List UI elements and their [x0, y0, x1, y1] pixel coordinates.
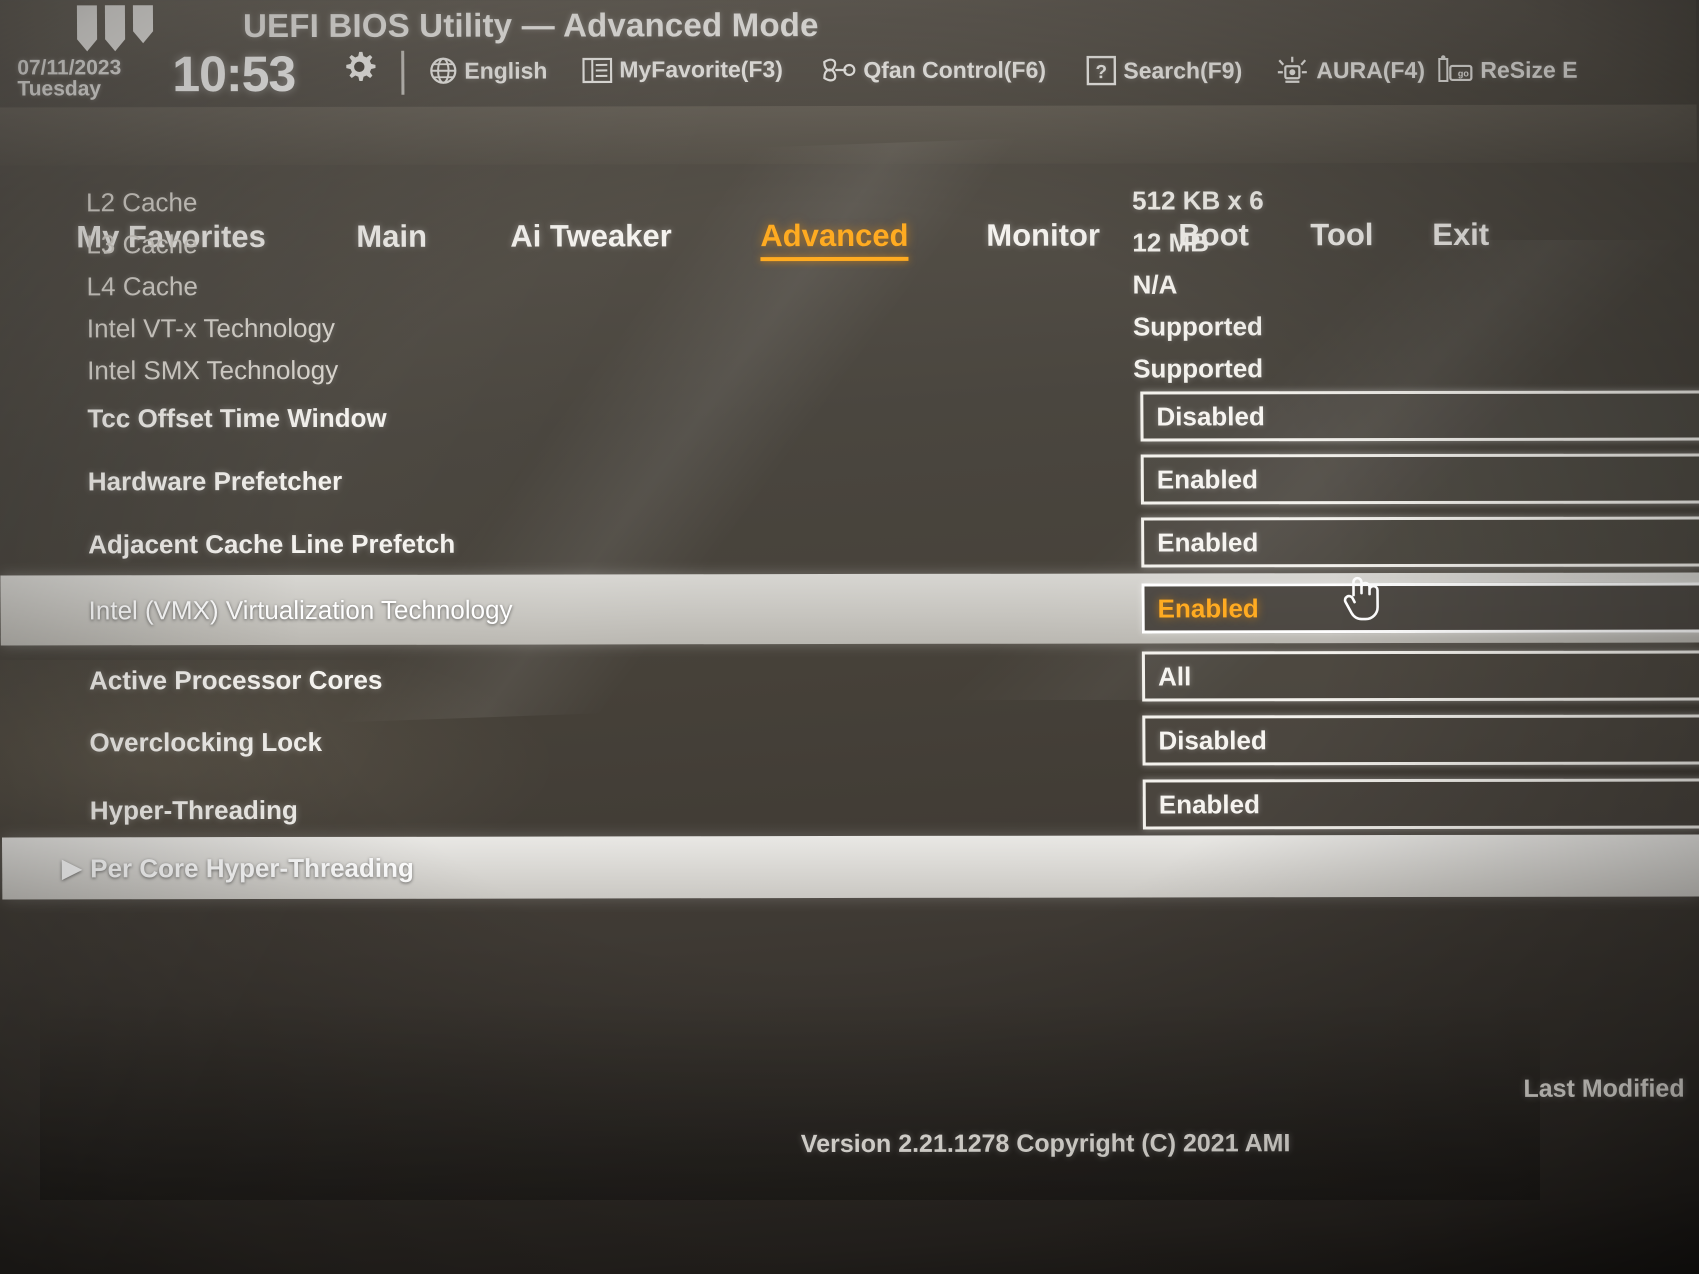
row-value: Enabled [1156, 463, 1259, 494]
list-icon [582, 57, 613, 83]
value-dropdown[interactable]: All [1141, 650, 1699, 702]
language-label: English [464, 57, 548, 84]
svg-text:?: ? [1095, 62, 1107, 83]
resize-label: ReSize E [1480, 56, 1578, 83]
gear-icon[interactable] [341, 49, 377, 85]
row-label: Adjacent Cache Line Prefetch [88, 528, 456, 559]
setting-row-hardware-prefetcher[interactable]: Hardware Prefetcher Enabled [0, 448, 1699, 513]
date-display: 07/11/2023 Tuesday [17, 56, 122, 101]
value-dropdown[interactable]: Enabled [1142, 778, 1699, 830]
row-label: Intel SMX Technology [87, 354, 339, 385]
header-bar: UEFI BIOS Utility — Advanced Mode 07/11/… [0, 0, 1697, 107]
resize-bar-button[interactable]: go ReSize E [1437, 55, 1578, 85]
clock-value: 10:53 [172, 45, 296, 103]
myfavorite-label: MyFavorite(F3) [619, 56, 783, 83]
weekday-value: Tuesday [17, 77, 102, 101]
value-dropdown[interactable]: Enabled [1141, 582, 1699, 634]
page-title: UEFI BIOS Utility — Advanced Mode [242, 6, 819, 45]
qfan-control-button[interactable]: Qfan Control(F6) [820, 56, 1046, 84]
submenu-item-per-core-hyper-threading[interactable]: ▶ Per Core Hyper-Threading [1, 834, 1699, 900]
setting-row-active-processor-cores[interactable]: Active Processor Cores All [1, 641, 1699, 706]
row-value: Enabled [1158, 788, 1261, 819]
version-text: Version 2.21.1278 Copyright (C) 2021 AMI [800, 1129, 1291, 1159]
hand-pointer-cursor-icon [1343, 576, 1379, 621]
row-value: Disabled [1158, 724, 1267, 755]
date-value: 07/11/2023 [17, 56, 122, 80]
value-dropdown[interactable]: Disabled [1140, 390, 1699, 442]
row-value: Enabled [1157, 592, 1259, 623]
row-label: Active Processor Cores [88, 664, 383, 696]
setting-row-intel-vmx-virtualization-technology[interactable]: Intel (VMX) Virtualization Technology En… [0, 572, 1699, 646]
value-dropdown[interactable]: Disabled [1142, 714, 1699, 766]
language-selector[interactable]: English [429, 57, 547, 85]
row-label: Hardware Prefetcher [87, 465, 343, 496]
resize-bar-icon: go [1438, 55, 1473, 82]
row-label: Hyper-Threading [89, 794, 298, 826]
search-button[interactable]: ? Search(F9) [1086, 55, 1243, 86]
fan-icon [823, 58, 856, 82]
asus-tuf-logo-icon [76, 5, 154, 52]
setting-row-tcc-offset-time-window[interactable]: Tcc Offset Time Window Disabled [0, 385, 1699, 450]
aura-label: AURA(F4) [1316, 56, 1426, 83]
question-box-icon: ? [1086, 55, 1117, 86]
value-dropdown[interactable]: Enabled [1141, 516, 1699, 568]
row-value: Enabled [1157, 526, 1259, 557]
row-value: Supported [1133, 352, 1264, 384]
nav-tabbar: My Favorites Main Ai Tweaker Advanced Mo… [0, 104, 1697, 254]
submenu-label: Per Core Hyper-Threading [90, 852, 414, 883]
help-panel: Per Core Hyper-Threading [2, 904, 1699, 1027]
qfan-label: Qfan Control(F6) [863, 56, 1047, 83]
setting-row-adjacent-cache-line-prefetch[interactable]: Adjacent Cache Line Prefetch Enabled [0, 511, 1699, 576]
setting-row-overclocking-lock[interactable]: Overclocking Lock Disabled [1, 703, 1699, 768]
search-label: Search(F9) [1123, 56, 1243, 84]
bios-screen: UEFI BIOS Utility — Advanced Mode 07/11/… [0, 0, 1699, 1274]
row-label: Tcc Offset Time Window [87, 402, 387, 433]
chevron-right-icon: ▶ [62, 854, 82, 883]
myfavorite-button[interactable]: MyFavorite(F3) [582, 56, 783, 83]
svg-text:go: go [1458, 68, 1470, 78]
aura-button[interactable]: AURA(F4) [1275, 55, 1425, 85]
row-value: All [1157, 660, 1192, 691]
row-label: Overclocking Lock [89, 726, 323, 758]
globe-icon [430, 57, 457, 84]
value-dropdown[interactable]: Enabled [1140, 453, 1699, 505]
last-modified-button[interactable]: Last Modified [1523, 1075, 1684, 1104]
setting-row-hyper-threading[interactable]: Hyper-Threading Enabled [2, 767, 1699, 832]
row-value: Disabled [1156, 400, 1265, 431]
row-label: Intel (VMX) Virtualization Technology [88, 594, 513, 625]
header-divider [401, 50, 405, 95]
aura-lighting-icon [1277, 56, 1307, 83]
